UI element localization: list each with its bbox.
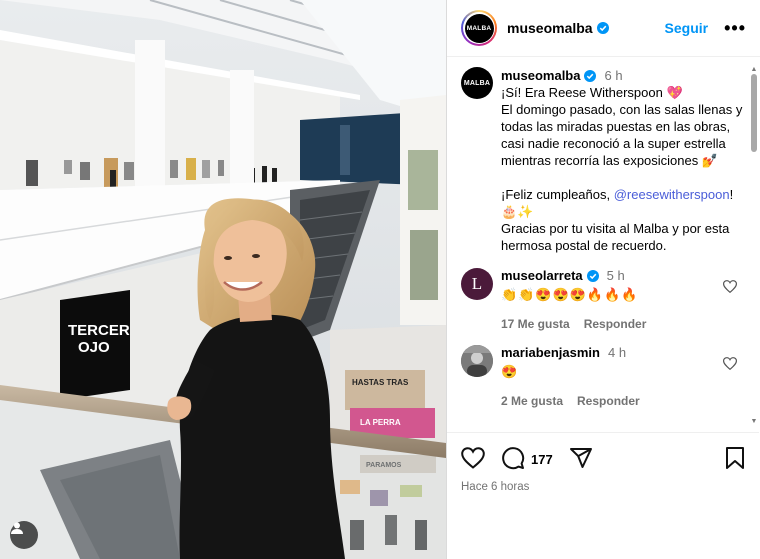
verified-badge-icon <box>586 269 599 282</box>
story-ring-avatar[interactable]: MALBA <box>461 10 497 46</box>
reply-button[interactable]: Responder <box>584 317 647 331</box>
mention-link[interactable]: @reesewitherspoon <box>614 187 730 202</box>
verified-badge-icon <box>596 22 609 34</box>
caption-emoji-line: 🎂✨ <box>501 204 534 219</box>
post-photo[interactable]: TERCER OJO HASTAS TRAS LA PERRA PARAMOS <box>0 0 446 559</box>
la-perra-sign: LA PERRA <box>360 418 401 427</box>
post-header: MALBA museomalba Seguir ••• <box>447 0 760 57</box>
comment-username[interactable]: mariabenjasmin <box>501 345 600 360</box>
comment-likes[interactable]: 17 Me gusta <box>501 317 570 331</box>
comment-likes[interactable]: 2 Me gusta <box>501 394 563 408</box>
comment-item: L museolarreta 5 h 👏👏😍😍😍🔥🔥🔥 17 Me gusta … <box>461 268 745 331</box>
verified-badge-icon <box>584 69 597 82</box>
comment-bubble-icon[interactable] <box>501 446 525 473</box>
tagged-users-button[interactable] <box>10 521 38 549</box>
comment-avatar[interactable]: L <box>461 268 493 300</box>
post-timestamp[interactable]: Hace 6 horas <box>461 481 745 493</box>
account-name: museomalba <box>507 20 593 36</box>
avatar: MALBA <box>464 13 494 43</box>
post-caption: MALBA museomalba 6 h ¡Sí! Era Reese With… <box>461 67 745 254</box>
comment-text: 👏👏😍😍😍🔥🔥🔥 <box>501 287 639 302</box>
comment-count: 177 <box>531 451 553 467</box>
comment-avatar[interactable] <box>461 345 493 377</box>
heart-icon[interactable] <box>722 357 738 373</box>
comments-list[interactable]: MALBA museomalba 6 h ¡Sí! Era Reese With… <box>447 57 759 432</box>
caption-line1: ¡Sí! Era Reese Witherspoon 💖 <box>501 85 683 100</box>
user-icon <box>11 522 23 534</box>
tercer-sign: TERCER <box>68 322 130 339</box>
post-actions: 177 Hace 6 horas <box>447 432 759 493</box>
instagram-post-modal: TERCER OJO HASTAS TRAS LA PERRA PARAMOS <box>0 0 760 559</box>
like-heart-icon[interactable] <box>461 446 485 472</box>
scrollbar-thumb[interactable] <box>751 74 757 152</box>
comment-text: 😍 <box>501 364 519 379</box>
account-name-link[interactable]: museomalba <box>507 20 609 36</box>
post-side-panel: MALBA museomalba Seguir ••• MALBA museom… <box>446 0 760 559</box>
reply-button[interactable]: Responder <box>577 394 640 408</box>
comment-time[interactable]: 4 h <box>608 345 626 360</box>
caption-birthday: ¡Feliz cumpleaños, @reesewitherspoon! <box>501 187 734 202</box>
caption-time[interactable]: 6 h <box>604 67 622 84</box>
more-options-icon[interactable]: ••• <box>724 19 746 37</box>
caption-thanks: Gracias por tu visita al Malba y por est… <box>501 221 730 253</box>
caption-username[interactable]: museomalba <box>501 67 580 84</box>
ojo-sign: OJO <box>78 339 110 356</box>
caption-line2: El domingo pasado, con las salas llenas … <box>501 102 743 168</box>
comment-item: mariabenjasmin 4 h 😍 2 Me gusta Responde… <box>461 345 745 408</box>
scroll-up-icon[interactable]: ▲ <box>750 66 758 74</box>
scroll-down-icon[interactable]: ▼ <box>750 418 758 426</box>
hasta-tras-sign: HASTAS TRAS <box>352 378 409 387</box>
comment-time[interactable]: 5 h <box>607 268 625 283</box>
comments-scrollbar[interactable]: ▲ ▼ <box>750 66 758 426</box>
heart-icon[interactable] <box>722 280 738 296</box>
museum-scene-illustration: TERCER OJO HASTAS TRAS LA PERRA PARAMOS <box>0 0 446 559</box>
comment-username[interactable]: museolarreta <box>501 268 583 283</box>
bookmark-icon[interactable] <box>725 446 745 472</box>
share-send-icon[interactable] <box>569 446 593 473</box>
follow-button[interactable]: Seguir <box>665 20 709 36</box>
caption-avatar[interactable]: MALBA <box>461 67 493 99</box>
